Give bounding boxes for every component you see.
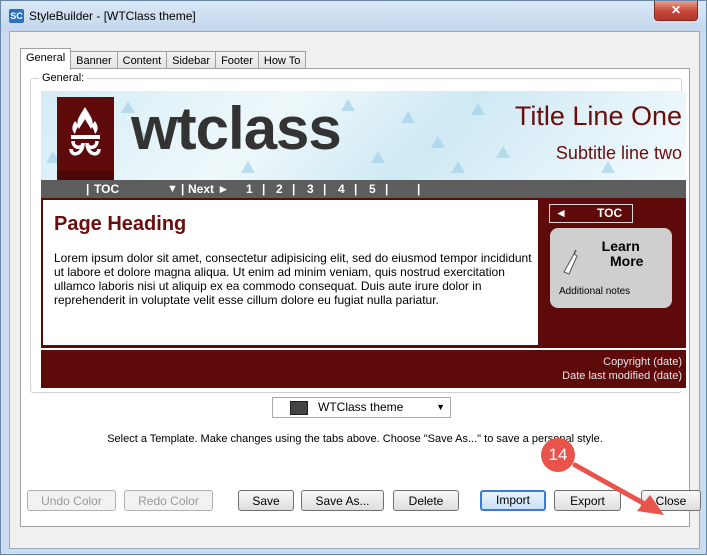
sidebar-toc-button: ◄ TOC bbox=[549, 204, 633, 223]
lorem-body-text: Lorem ipsum dolor sit amet, consectetur … bbox=[54, 251, 532, 307]
preview-navbar: | TOC ▼ | Next ► 1 | 2 | 3 | 4 | 5 | | bbox=[41, 180, 686, 198]
redo-color-button[interactable]: Redo Color bbox=[124, 490, 213, 511]
save-as-button[interactable]: Save As... bbox=[301, 490, 384, 511]
logo-emblem bbox=[57, 97, 114, 180]
import-button[interactable]: Import bbox=[480, 490, 546, 511]
general-groupbox: General: wtclass Title Line One Subtitle… bbox=[30, 72, 687, 393]
preview-footer: Copyright (date) Date last modified (dat… bbox=[41, 350, 686, 388]
banner-pattern bbox=[431, 136, 445, 148]
learn-line: Learn bbox=[601, 238, 640, 254]
stylebuilder-window: SC StyleBuilder - [WTClass theme] ✕ Gene… bbox=[0, 0, 707, 555]
banner-pattern bbox=[496, 146, 510, 158]
template-select-value: WTClass theme bbox=[318, 400, 404, 414]
pointer-hand-icon bbox=[563, 249, 578, 275]
template-select[interactable]: WTClass theme ▼ bbox=[272, 397, 451, 418]
delete-button[interactable]: Delete bbox=[393, 490, 459, 511]
nav-divider: | bbox=[385, 182, 389, 196]
export-button[interactable]: Export bbox=[554, 490, 621, 511]
tab-general[interactable]: General bbox=[20, 48, 72, 70]
left-arrow-icon: ◄ bbox=[555, 206, 567, 220]
banner-pattern bbox=[451, 161, 465, 173]
style-preview: wtclass Title Line One Subtitle line two… bbox=[41, 91, 687, 391]
nav-divider: | bbox=[86, 182, 90, 196]
learn-more-label: Learn More bbox=[598, 238, 644, 269]
nav-divider: | bbox=[323, 182, 327, 196]
nav-divider: | bbox=[181, 182, 185, 196]
preview-banner: wtclass Title Line One Subtitle line two bbox=[41, 91, 686, 180]
additional-notes: Additional notes bbox=[559, 286, 631, 297]
banner-pattern bbox=[401, 111, 415, 123]
nav-page-2: 2 bbox=[276, 182, 283, 196]
nav-page-1: 1 bbox=[246, 182, 253, 196]
banner-subtitle: Subtitle line two bbox=[555, 143, 682, 163]
nav-page-4: 4 bbox=[338, 182, 345, 196]
page-heading: Page Heading bbox=[54, 213, 187, 235]
close-window-button[interactable]: ✕ bbox=[654, 1, 698, 21]
banner-title: Title Line One bbox=[514, 101, 682, 131]
preview-main: Page Heading Lorem ipsum dolor sit amet,… bbox=[43, 200, 538, 345]
sidebar-toc-label: TOC bbox=[597, 206, 623, 220]
nav-toc: TOC bbox=[94, 182, 120, 196]
nav-page-5: 5 bbox=[369, 182, 376, 196]
close-button[interactable]: Close bbox=[641, 490, 701, 511]
nav-next: Next ► bbox=[188, 182, 230, 196]
step-badge: 14 bbox=[541, 438, 575, 472]
more-line: More bbox=[610, 253, 644, 269]
nav-divider: | bbox=[417, 182, 421, 196]
general-tab-panel: General: wtclass Title Line One Subtitle… bbox=[20, 68, 690, 527]
save-button[interactable]: Save bbox=[238, 490, 294, 511]
group-label: General: bbox=[39, 72, 88, 84]
flame-logo-icon bbox=[57, 107, 114, 180]
title-bar: SC StyleBuilder - [WTClass theme] ✕ bbox=[1, 1, 706, 31]
instructions-text: Select a Template. Make changes using th… bbox=[107, 433, 603, 445]
learn-more-box: Learn More Additional notes bbox=[550, 228, 672, 308]
nav-divider: | bbox=[354, 182, 358, 196]
nav-divider: | bbox=[262, 182, 266, 196]
nav-page-3: 3 bbox=[307, 182, 314, 196]
tab-strip: General Banner Content Sidebar Footer Ho… bbox=[20, 48, 307, 70]
toc-dropdown-icon: ▼ bbox=[167, 183, 178, 195]
banner-pattern bbox=[471, 103, 485, 115]
nav-divider: | bbox=[292, 182, 296, 196]
app-icon: SC bbox=[9, 9, 24, 23]
preview-content-area: Page Heading Lorem ipsum dolor sit amet,… bbox=[41, 198, 686, 348]
template-thumbnail-icon bbox=[290, 401, 308, 415]
chevron-down-icon: ▼ bbox=[436, 402, 445, 412]
undo-color-button[interactable]: Undo Color bbox=[27, 490, 116, 511]
footer-date-modified: Date last modified (date) bbox=[562, 370, 682, 382]
logo-wordmark: wtclass bbox=[131, 95, 342, 162]
banner-pattern bbox=[341, 99, 355, 111]
banner-pattern bbox=[371, 151, 385, 163]
footer-copyright: Copyright (date) bbox=[603, 356, 682, 368]
window-title: StyleBuilder - [WTClass theme] bbox=[29, 9, 196, 23]
dialog-client-area: General Banner Content Sidebar Footer Ho… bbox=[9, 31, 700, 549]
